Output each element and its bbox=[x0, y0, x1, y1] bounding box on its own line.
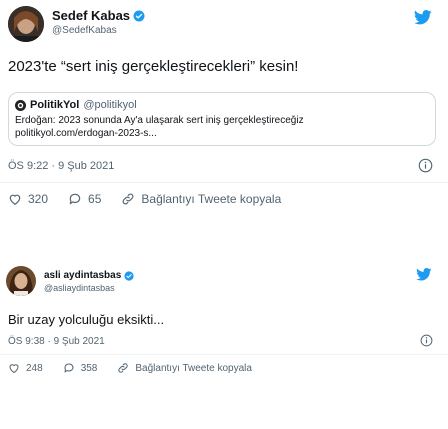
copy-link-label: Bağlantıyı Tweete kopyala bbox=[141, 192, 282, 206]
reply-button[interactable]: 358 bbox=[63, 362, 98, 374]
verified-badge-icon bbox=[124, 270, 134, 281]
quoted-tweet-link[interactable]: politikyol.com/erdogan-2023-s... bbox=[15, 128, 157, 139]
info-icon[interactable] bbox=[418, 158, 433, 173]
author-handle[interactable]: @SedefKabas bbox=[52, 25, 117, 36]
twitter-bird-icon[interactable] bbox=[416, 268, 432, 281]
avatar[interactable] bbox=[8, 6, 44, 42]
reply-count: 358 bbox=[80, 362, 98, 374]
quoted-avatar-icon bbox=[15, 99, 26, 111]
copy-link-label: Bağlantıyı Tweete kopyala bbox=[135, 362, 252, 374]
reply-button[interactable]: 65 bbox=[68, 192, 101, 206]
author-name[interactable]: asli aydintasbas bbox=[44, 270, 134, 281]
author-name-text: asli aydintasbas bbox=[44, 270, 122, 281]
quoted-tweet-text: Erdoğan: 2023 sonunda Ay'a ulaşarak sert… bbox=[15, 115, 304, 126]
quoted-author-handle: @politikyol bbox=[83, 99, 137, 111]
quoted-author-name: PolitikYol bbox=[30, 99, 80, 111]
divider bbox=[0, 354, 448, 355]
like-count: 320 bbox=[28, 192, 49, 206]
author-name-text: Sedef Kabas bbox=[52, 8, 131, 23]
heart-icon bbox=[9, 364, 19, 374]
verified-badge-icon bbox=[133, 10, 145, 21]
author-handle[interactable]: @asliaydintasbas bbox=[44, 283, 115, 293]
like-count: 248 bbox=[26, 362, 43, 374]
info-icon[interactable] bbox=[420, 334, 433, 347]
tweet-embed-2: asli aydintasbas @asliaydintasbas Bir uz… bbox=[0, 258, 448, 429]
reply-icon bbox=[69, 193, 81, 205]
heart-icon bbox=[9, 194, 21, 205]
copy-link-button[interactable]: Bağlantıyı Tweete kopyala bbox=[121, 192, 281, 206]
tweet-timestamp[interactable]: ÖS 9:38 · 9 Şub 2021 bbox=[8, 336, 105, 347]
like-button[interactable]: 248 bbox=[8, 362, 43, 374]
like-button[interactable]: 320 bbox=[8, 192, 48, 206]
reply-count: 65 bbox=[88, 192, 102, 206]
tweet-timestamp[interactable]: ÖS 9:22 · 9 Şub 2021 bbox=[8, 160, 114, 172]
twitter-bird-icon[interactable] bbox=[414, 10, 432, 25]
link-icon bbox=[118, 363, 128, 373]
divider bbox=[0, 182, 448, 183]
tweet-text: Bir uzay yolculuğu eksikti... bbox=[8, 312, 165, 327]
link-icon bbox=[122, 193, 134, 205]
reply-icon bbox=[64, 363, 74, 373]
tweet-actions: 320 65 Bağlantıyı Tweete kopyala bbox=[8, 192, 301, 206]
tweet-text: 2023'te “sert iniş gerçekleştirecekleri”… bbox=[8, 58, 299, 75]
author-name[interactable]: Sedef Kabas bbox=[52, 8, 145, 23]
avatar[interactable] bbox=[6, 266, 36, 296]
quoted-tweet-card[interactable]: PolitikYol @politikyol Erdoğan: 2023 son… bbox=[8, 92, 436, 146]
tweet-embed-1: Sedef Kabas @SedefKabas 2023'te “sert in… bbox=[0, 0, 448, 226]
quoted-tweet-header: PolitikYol @politikyol bbox=[15, 99, 137, 111]
copy-link-button[interactable]: Bağlantıyı Tweete kopyala bbox=[117, 362, 252, 374]
tweet-actions: 248 358 Bağlantıyı Tweete kopyala bbox=[8, 362, 272, 374]
